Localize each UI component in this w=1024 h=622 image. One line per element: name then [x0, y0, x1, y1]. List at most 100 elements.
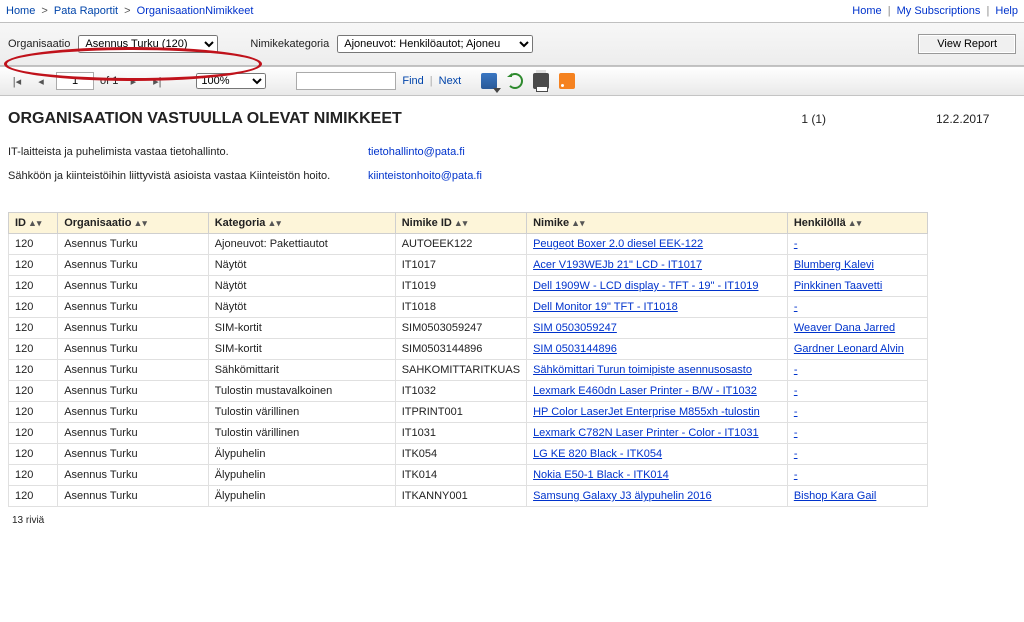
cat-select[interactable]: Ajoneuvot: Henkilöautot; Ajoneu [337, 35, 533, 53]
cell-cat: Tulostin mustavalkoinen [208, 381, 395, 402]
cell-id: 120 [9, 402, 58, 423]
find-input[interactable] [296, 72, 396, 90]
cell-nimike-id: ITPRINT001 [395, 402, 526, 423]
table-header-row: ID▲▾ Organisaatio▲▾ Kategoria▲▾ Nimike I… [9, 213, 928, 234]
view-report-button[interactable]: View Report [918, 34, 1016, 54]
cell-henkilolla-link[interactable]: - [794, 448, 798, 460]
cell-nimike-link[interactable]: Nokia E50-1 Black - ITK014 [533, 469, 669, 481]
cell-nimike-link[interactable]: Samsung Galaxy J3 älypuhelin 2016 [533, 490, 712, 502]
items-table: ID▲▾ Organisaatio▲▾ Kategoria▲▾ Nimike I… [8, 212, 928, 507]
table-row: 120Asennus TurkuÄlypuhelinITKANNY001Sams… [9, 486, 928, 507]
cell-nimike-link[interactable]: SIM 0503144896 [533, 343, 617, 355]
cell-nimike-id: IT1019 [395, 276, 526, 297]
cell-henkilolla-link[interactable]: Gardner Leonard Alvin [794, 343, 904, 355]
cell-henkilolla-link[interactable]: - [794, 406, 798, 418]
cell-nimike: Dell 1909W - LCD display - TFT - 19" - I… [527, 276, 788, 297]
col-nimike-id[interactable]: Nimike ID▲▾ [395, 213, 526, 234]
cell-henkilolla-link[interactable]: - [794, 301, 798, 313]
cell-henkilolla: Gardner Leonard Alvin [787, 339, 927, 360]
contact1-email[interactable]: tietohallinto@pata.fi [368, 146, 465, 158]
breadcrumb-sep: > [121, 5, 133, 17]
cell-id: 120 [9, 423, 58, 444]
cell-id: 120 [9, 234, 58, 255]
col-henkilolla[interactable]: Henkilöllä▲▾ [787, 213, 927, 234]
breadcrumb-home[interactable]: Home [6, 5, 35, 17]
table-row: 120Asennus TurkuSIM-kortitSIM0503059247S… [9, 318, 928, 339]
cell-org: Asennus Turku [58, 423, 209, 444]
row-count: 13 riviä [12, 515, 1012, 526]
cell-nimike-link[interactable]: Dell 1909W - LCD display - TFT - 19" - I… [533, 280, 758, 292]
refresh-icon[interactable] [507, 73, 523, 89]
cell-henkilolla: Pinkkinen Taavetti [787, 276, 927, 297]
next-page-icon[interactable]: ▸ [124, 72, 142, 90]
cell-nimike-link[interactable]: Sähkömittari Turun toimipiste asennusosa… [533, 364, 752, 376]
cell-nimike-link[interactable]: Acer V193WEJb 21" LCD - IT1017 [533, 259, 702, 271]
topnav-home[interactable]: Home [852, 5, 881, 17]
col-kategoria[interactable]: Kategoria▲▾ [208, 213, 395, 234]
cell-nimike-id: ITKANNY001 [395, 486, 526, 507]
contact2-email[interactable]: kiinteistonhoito@pata.fi [368, 170, 482, 182]
cell-henkilolla-link[interactable]: - [794, 427, 798, 439]
cell-org: Asennus Turku [58, 297, 209, 318]
sort-icon: ▲▾ [848, 218, 861, 228]
cell-nimike-link[interactable]: LG KE 820 Black - ITK054 [533, 448, 662, 460]
last-page-icon[interactable]: ▸| [148, 72, 166, 90]
page-number-input[interactable] [56, 72, 94, 90]
cell-nimike-id: IT1018 [395, 297, 526, 318]
table-row: 120Asennus TurkuTulostin värillinenIT103… [9, 423, 928, 444]
cell-nimike-id: ITK014 [395, 465, 526, 486]
cell-org: Asennus Turku [58, 381, 209, 402]
cell-nimike-id: IT1031 [395, 423, 526, 444]
cell-id: 120 [9, 486, 58, 507]
cell-henkilolla-link[interactable]: - [794, 469, 798, 481]
export-icon[interactable] [481, 73, 497, 89]
cell-henkilolla: Weaver Dana Jarred [787, 318, 927, 339]
feed-icon[interactable] [559, 73, 575, 89]
cell-nimike-link[interactable]: SIM 0503059247 [533, 322, 617, 334]
cell-nimike-id: IT1032 [395, 381, 526, 402]
col-organisaatio[interactable]: Organisaatio▲▾ [58, 213, 209, 234]
topnav-sep: | [983, 5, 992, 17]
sort-icon: ▲▾ [267, 218, 280, 228]
zoom-select[interactable]: 100% [196, 73, 266, 89]
cell-org: Asennus Turku [58, 360, 209, 381]
cell-org: Asennus Turku [58, 339, 209, 360]
cell-nimike: SIM 0503144896 [527, 339, 788, 360]
breadcrumb-mid[interactable]: Pata Raportit [54, 5, 118, 17]
cell-henkilolla: - [787, 444, 927, 465]
breadcrumb-current[interactable]: OrganisaationNimikkeet [137, 5, 254, 17]
cell-henkilolla-link[interactable]: - [794, 364, 798, 376]
cell-org: Asennus Turku [58, 318, 209, 339]
cell-henkilolla-link[interactable]: Pinkkinen Taavetti [794, 280, 882, 292]
col-id[interactable]: ID▲▾ [9, 213, 58, 234]
report-body: ORGANISAATION VASTUULLA OLEVAT NIMIKKEET… [0, 96, 1024, 542]
topnav-help[interactable]: Help [995, 5, 1018, 17]
cell-nimike: Acer V193WEJb 21" LCD - IT1017 [527, 255, 788, 276]
cell-nimike-link[interactable]: HP Color LaserJet Enterprise M855xh -tul… [533, 406, 760, 418]
cell-henkilolla-link[interactable]: - [794, 385, 798, 397]
cell-nimike-link[interactable]: Dell Monitor 19" TFT - IT1018 [533, 301, 678, 313]
sort-icon: ▲▾ [454, 218, 467, 228]
find-button[interactable]: Find [402, 75, 423, 87]
prev-page-icon[interactable]: ◂ [32, 72, 50, 90]
cell-nimike: Peugeot Boxer 2.0 diesel EEK-122 [527, 234, 788, 255]
cell-henkilolla-link[interactable]: Bishop Kara Gail [794, 490, 877, 502]
report-header: ORGANISAATION VASTUULLA OLEVAT NIMIKKEET… [8, 110, 1016, 128]
cell-nimike-link[interactable]: Lexmark C782N Laser Printer - Color - IT… [533, 427, 759, 439]
col-nimike[interactable]: Nimike▲▾ [527, 213, 788, 234]
topnav-subscriptions[interactable]: My Subscriptions [897, 5, 981, 17]
cell-nimike-link[interactable]: Peugeot Boxer 2.0 diesel EEK-122 [533, 238, 703, 250]
cell-henkilolla-link[interactable]: - [794, 238, 798, 250]
cell-cat: Älypuhelin [208, 486, 395, 507]
print-icon[interactable] [533, 73, 549, 89]
cell-nimike-link[interactable]: Lexmark E460dn Laser Printer - B/W - IT1… [533, 385, 757, 397]
find-next-button[interactable]: Next [439, 75, 462, 87]
cell-nimike: Lexmark C782N Laser Printer - Color - IT… [527, 423, 788, 444]
cell-henkilolla-link[interactable]: Blumberg Kalevi [794, 259, 874, 271]
cell-henkilolla-link[interactable]: Weaver Dana Jarred [794, 322, 895, 334]
cell-cat: Sähkömittarit [208, 360, 395, 381]
first-page-icon[interactable]: |◂ [8, 72, 26, 90]
cell-nimike-id: SAHKOMITTARITKUAS [395, 360, 526, 381]
table-row: 120Asennus TurkuNäytötIT1019Dell 1909W -… [9, 276, 928, 297]
org-select[interactable]: Asennus Turku (120) [78, 35, 218, 53]
